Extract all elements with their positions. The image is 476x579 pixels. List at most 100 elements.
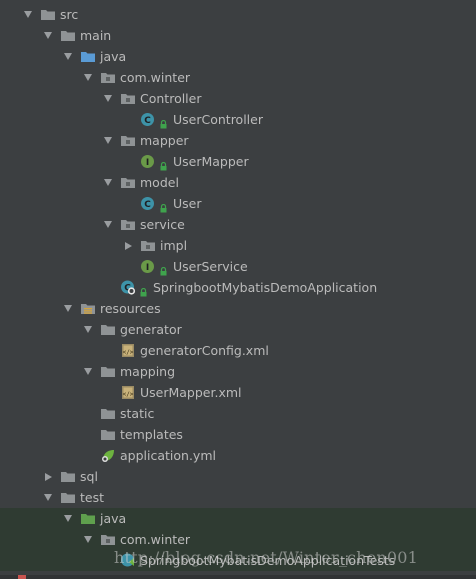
interface-icon: I: [140, 154, 156, 169]
svg-text:C: C: [144, 200, 151, 210]
lock-icon: [140, 282, 147, 297]
collapse-arrow-icon[interactable]: [62, 298, 74, 319]
test-source-folder-icon: [80, 511, 96, 526]
tree-item-label: sql: [80, 469, 98, 484]
svg-text:C: C: [144, 116, 151, 126]
project-tree: src main java com.winter Controller C UserCont…: [0, 0, 476, 571]
tree-item-user-mapper-xml[interactable]: </> UserMapper.xml: [0, 382, 476, 403]
tree-item-label: mapping: [120, 364, 176, 379]
interface-icon: I: [140, 259, 156, 274]
tree-item-sql[interactable]: sql: [0, 466, 476, 487]
collapse-arrow-icon[interactable]: [22, 4, 34, 25]
tree-item-label: UserMapper.xml: [140, 385, 242, 400]
collapse-arrow-icon[interactable]: [102, 172, 114, 193]
tree-item-main-java[interactable]: java: [0, 46, 476, 67]
tree-item-model[interactable]: model: [0, 172, 476, 193]
package-icon: [120, 91, 136, 106]
spring-boot-class-icon: C: [120, 280, 136, 295]
tree-item-src[interactable]: src: [0, 4, 476, 25]
collapse-arrow-icon[interactable]: [102, 214, 114, 235]
tree-item-label: SpringbootMybatisDemoApplicationTests: [140, 553, 396, 568]
collapse-arrow-icon[interactable]: [42, 25, 54, 46]
tree-item-user-mapper[interactable]: I UserMapper: [0, 151, 476, 172]
svg-text:I: I: [146, 158, 149, 168]
package-icon: [120, 217, 136, 232]
tree-item-label: main: [80, 28, 112, 43]
xml-file-icon: </>: [120, 385, 136, 400]
svg-text:I: I: [146, 263, 149, 273]
tree-item-service[interactable]: service: [0, 214, 476, 235]
folder-icon: [100, 364, 116, 379]
collapse-arrow-icon[interactable]: [102, 130, 114, 151]
class-icon: C: [140, 112, 156, 127]
tree-item-generator[interactable]: generator: [0, 319, 476, 340]
tree-item-label: UserMapper: [173, 154, 249, 169]
package-icon: [120, 133, 136, 148]
tree-item-label: src: [60, 7, 79, 22]
package-icon: [100, 70, 116, 85]
collapse-arrow-icon[interactable]: [82, 529, 94, 550]
lock-icon: [160, 261, 167, 276]
folder-icon: [100, 427, 116, 442]
tree-item-label: service: [140, 217, 185, 232]
tree-item-generator-config[interactable]: </> generatorConfig.xml: [0, 340, 476, 361]
tree-item-label: mapper: [140, 133, 189, 148]
tree-item-templates[interactable]: templates: [0, 424, 476, 445]
tree-item-user-controller[interactable]: C UserController: [0, 109, 476, 130]
tree-item-test-java[interactable]: java: [0, 508, 476, 529]
resources-folder-icon: [80, 301, 96, 316]
tree-item-label: resources: [100, 301, 161, 316]
expand-arrow-icon[interactable]: [42, 466, 54, 487]
test-class-icon: [120, 553, 136, 568]
package-icon: [100, 532, 116, 547]
tree-item-test-com-winter[interactable]: com.winter: [0, 529, 476, 550]
package-icon: [140, 238, 156, 253]
tree-item-main[interactable]: main: [0, 25, 476, 46]
collapse-arrow-icon[interactable]: [82, 361, 94, 382]
tree-item-user-service[interactable]: I UserService: [0, 256, 476, 277]
tree-item-user[interactable]: C User: [0, 193, 476, 214]
collapse-arrow-icon[interactable]: [42, 487, 54, 508]
error-marker: [18, 575, 26, 579]
tree-item-label: UserService: [173, 259, 248, 274]
svg-text:</>: </>: [123, 391, 134, 398]
tree-item-mapping[interactable]: mapping: [0, 361, 476, 382]
tree-item-resources[interactable]: resources: [0, 298, 476, 319]
folder-icon: [100, 406, 116, 421]
tree-item-label: generatorConfig.xml: [140, 343, 269, 358]
tree-item-impl[interactable]: impl: [0, 235, 476, 256]
folder-icon: [100, 322, 116, 337]
tree-item-static[interactable]: static: [0, 403, 476, 424]
tree-item-controller[interactable]: Controller: [0, 88, 476, 109]
tree-item-label: User: [173, 196, 202, 211]
tree-item-label: test: [80, 490, 105, 505]
class-icon: C: [140, 196, 156, 211]
tree-item-label: com.winter: [120, 532, 191, 547]
tree-item-mapper[interactable]: mapper: [0, 130, 476, 151]
package-icon: [120, 175, 136, 190]
tree-item-application-yml[interactable]: application.yml: [0, 445, 476, 466]
collapse-arrow-icon[interactable]: [82, 67, 94, 88]
lock-icon: [160, 156, 167, 171]
tree-item-label: Controller: [140, 91, 202, 106]
folder-icon: [40, 7, 56, 22]
collapse-arrow-icon[interactable]: [82, 319, 94, 340]
folder-icon: [60, 490, 76, 505]
tree-item-test[interactable]: test: [0, 487, 476, 508]
tree-item-label: application.yml: [120, 448, 216, 463]
expand-arrow-icon[interactable]: [122, 235, 134, 256]
tree-item-label: java: [100, 49, 127, 64]
tree-item-label: java: [100, 511, 127, 526]
xml-file-icon: </>: [120, 343, 136, 358]
spring-yml-icon: [100, 448, 116, 463]
tree-item-demo-application-tests[interactable]: SpringbootMybatisDemoApplicationTests: [0, 550, 476, 571]
tree-item-label: UserController: [173, 112, 263, 127]
tree-item-label: templates: [120, 427, 183, 442]
svg-text:</>: </>: [123, 349, 134, 356]
collapse-arrow-icon[interactable]: [62, 508, 74, 529]
source-folder-icon: [80, 49, 96, 64]
tree-item-com-winter[interactable]: com.winter: [0, 67, 476, 88]
collapse-arrow-icon[interactable]: [102, 88, 114, 109]
tree-item-demo-application[interactable]: C SpringbootMybatisDemoApplication: [0, 277, 476, 298]
collapse-arrow-icon[interactable]: [62, 46, 74, 67]
